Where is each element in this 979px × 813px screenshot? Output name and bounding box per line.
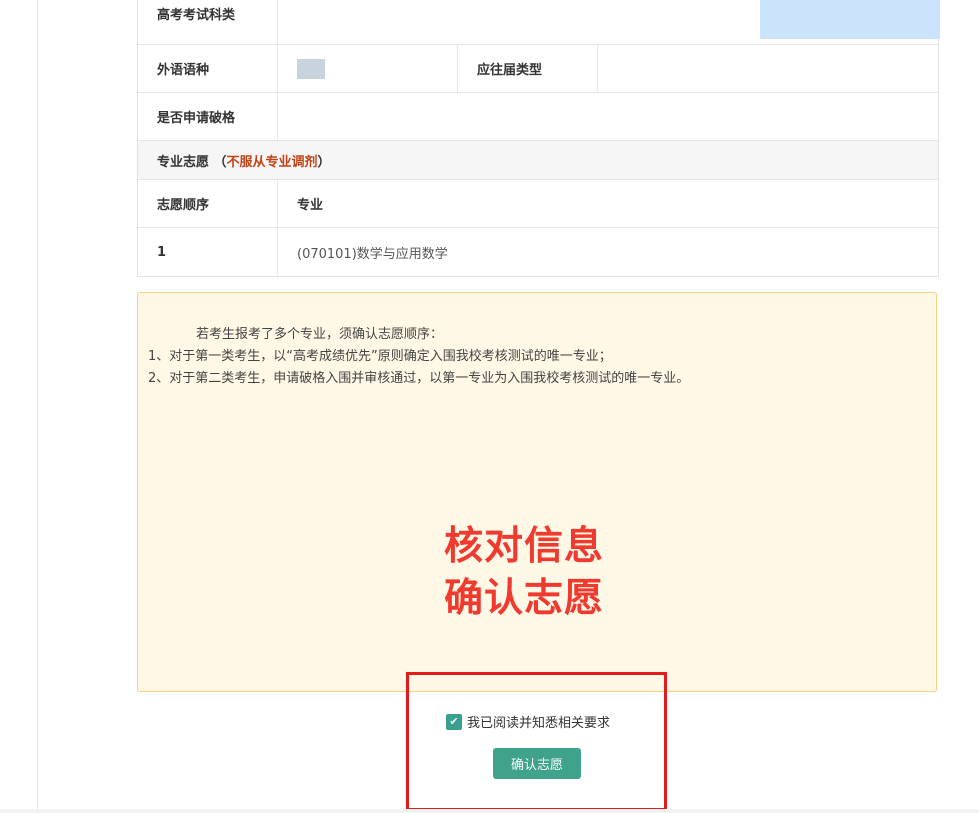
agree-checkbox-row[interactable]: ✔ 我已阅读并知悉相关要求 — [446, 712, 610, 731]
graduate-type-value — [598, 45, 938, 92]
row-preference-columns: 志愿顺序 专业 — [138, 180, 938, 228]
foreign-language-value — [278, 45, 458, 92]
exam-category-label: 高考考试科类 — [138, 0, 278, 44]
row-language-graduate: 外语语种 应往届类型 — [138, 45, 938, 93]
page-left-border — [37, 0, 38, 809]
major-pref-prefix: 专业志愿 （ — [157, 154, 227, 170]
row-exceptional: 是否申请破格 — [138, 93, 938, 141]
notice-intro: 若考生报考了多个专业，须确认志愿顺序： — [196, 327, 444, 342]
major-preference-title: 专业志愿 （不服从专业调剂 ） — [138, 141, 331, 179]
graduate-type-label: 应往届类型 — [458, 45, 598, 92]
redacted-value — [297, 58, 325, 79]
page-bottom-edge — [0, 809, 979, 813]
notice-text: 若考生报考了多个专业，须确认志愿顺序： 1、对于第一类考生，以“高考成绩优先”原… — [148, 324, 926, 390]
notice-line-2: 2、对于第二类考生，申请破格入围并审核通过，以第一专业为入围我校考核测试的唯一专… — [148, 371, 690, 386]
exceptional-value — [278, 93, 938, 140]
annotation-overlay: 核对信息 确认志愿 — [444, 521, 604, 625]
confirm-preference-button[interactable]: 确认志愿 — [493, 748, 581, 779]
annotation-line-1: 核对信息 — [444, 524, 605, 569]
table-row: 1 (070101)数学与应用数学 — [138, 228, 938, 276]
preference-major: (070101)数学与应用数学 — [297, 246, 448, 262]
annotation-line-2: 确认志愿 — [444, 576, 605, 621]
foreign-language-label: 外语语种 — [138, 45, 278, 92]
major-header: 专业 — [297, 198, 324, 213]
checkbox-checked-icon[interactable]: ✔ — [446, 713, 462, 730]
order-header: 志愿顺序 — [138, 180, 278, 227]
preference-order: 1 — [138, 228, 278, 276]
application-info-table: 高考考试科类 外语语种 应往届类型 是否申请破格 专业志愿 （不服从专业调剂 ）… — [137, 0, 939, 277]
notice-box: 若考生报考了多个专业，须确认志愿顺序： 1、对于第一类考生，以“高考成绩优先”原… — [137, 292, 937, 692]
redacted-area — [760, 0, 940, 39]
no-adjustment-text: 不服从专业调剂 — [226, 154, 318, 170]
row-major-preference-header: 专业志愿 （不服从专业调剂 ） — [138, 141, 938, 180]
agree-label[interactable]: 我已阅读并知悉相关要求 — [467, 712, 610, 731]
highlight-frame — [406, 672, 667, 811]
notice-line-1: 1、对于第一类考生，以“高考成绩优先”原则确定入围我校考核测试的唯一专业； — [148, 349, 612, 364]
major-pref-suffix: ） — [317, 154, 331, 170]
exceptional-label: 是否申请破格 — [138, 93, 278, 140]
